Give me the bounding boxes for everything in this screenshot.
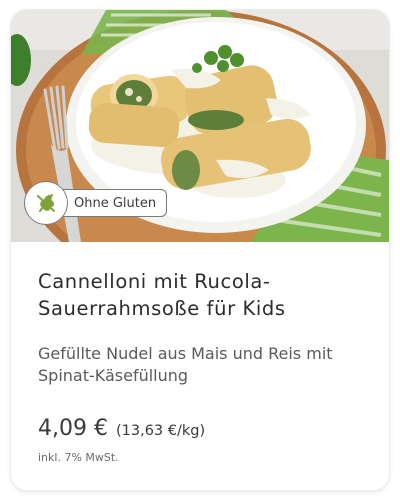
- wheat-crossed-icon: [37, 194, 55, 212]
- badge-icon-circle: [24, 181, 68, 225]
- price: 4,09 €: [38, 416, 108, 441]
- unit-price: (13,63 €/kg): [115, 423, 206, 439]
- product-image[interactable]: Ohne Gluten: [11, 10, 389, 242]
- price-row: 4,09 € (13,63 €/kg): [38, 416, 205, 441]
- gluten-free-badge: Ohne Gluten: [24, 180, 168, 226]
- product-description: Gefüllte Nudel aus Mais und Reis mit Spi…: [38, 344, 333, 385]
- tax-note: inkl. 7% MwSt.: [38, 451, 119, 464]
- badge-label: Ohne Gluten: [54, 189, 168, 217]
- product-title[interactable]: Cannelloni mit Rucola-Sauerrahmsoße für …: [38, 268, 368, 322]
- product-card[interactable]: Ohne Gluten Cannelloni mit Rucola-Sauerr…: [11, 10, 389, 490]
